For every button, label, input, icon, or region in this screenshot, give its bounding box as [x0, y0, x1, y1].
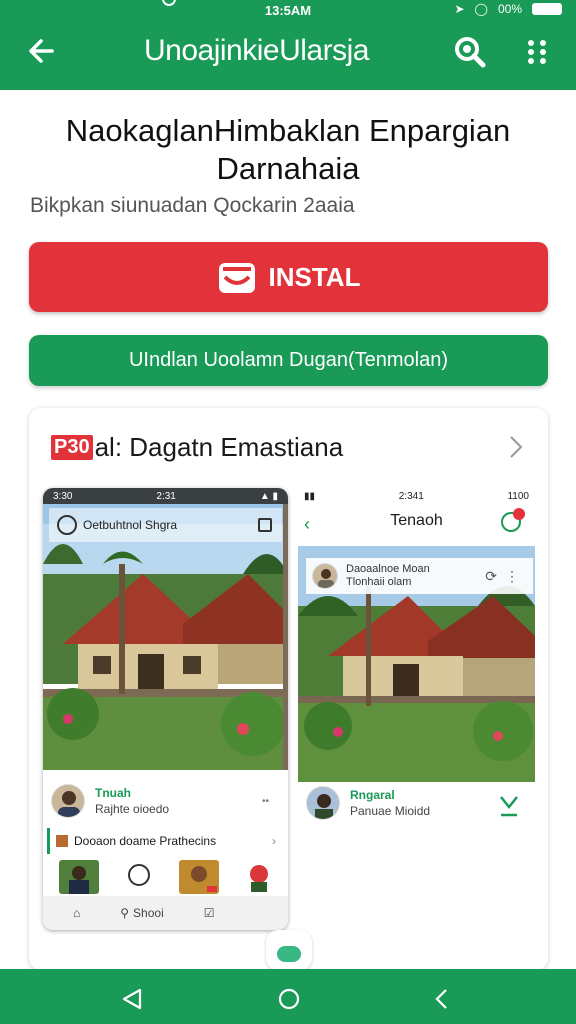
home-icon: ⌂ [73, 906, 81, 920]
screenshot-status-time: 2:31 [156, 490, 176, 502]
back-triangle-icon[interactable] [120, 987, 144, 1011]
screenshot-status-bar: ▮▮ 2:341 1100 [298, 488, 535, 504]
screenshot-user-sub: Rajhte oioedo [95, 802, 170, 816]
signal-icon: ▮▮ [304, 490, 316, 502]
chat-icon [277, 946, 301, 962]
screenshot-bar-title: Oetbuhtnol Shgra [83, 518, 178, 532]
screenshot-right[interactable]: ▮▮ 2:341 1100 ‹ Tenaoh Daoaalnoe Moan Tl… [298, 488, 535, 930]
shopping-bag-icon [218, 263, 255, 293]
thumbnail [179, 860, 219, 894]
screenshot-section-title: Dooaon doame Prathecins [74, 834, 217, 848]
chevron-left-icon: ‹ [304, 514, 310, 534]
check-square-icon: ☑ [203, 906, 215, 920]
chevron-right-icon[interactable] [508, 434, 524, 460]
secondary-button[interactable]: UIndlan Uoolamn Dugan(Tenmolan) [29, 335, 548, 386]
wifi-icon: ➤ [454, 2, 465, 16]
refresh-icon: ⟳ [485, 567, 497, 584]
preview-badge: P30 [51, 434, 93, 460]
screenshot-user-meta: •• [262, 796, 270, 807]
screenshot-post-title: Daoaalnoe Moan [346, 563, 430, 575]
screenshot-user-sub: Panuae Mioidd [350, 804, 431, 818]
avatar [312, 563, 338, 589]
screenshot-status-right: 1100 [507, 490, 529, 502]
status-icons: ➤ ◯ 00% [454, 2, 562, 16]
profile-circle-icon [57, 515, 77, 535]
app-title-line-2: Darnahaia [216, 151, 360, 186]
screenshot-status-time: 2:341 [398, 490, 424, 502]
thumbnail [239, 860, 279, 894]
avatar [306, 786, 340, 820]
status-bar: 13:5AM ➤ ◯ 00% [0, 0, 576, 20]
screenshot-status-left: 3:30 [53, 490, 73, 502]
screenshot-user-row: Tnuah Rajhte oioedo [51, 784, 169, 818]
calendar-icon [258, 518, 272, 532]
thumbnail [59, 860, 99, 894]
more-vert-icon: ⋮ [505, 567, 519, 584]
battery-percent: 00% [497, 2, 522, 16]
home-circle-icon[interactable] [277, 987, 301, 1011]
screenshot-header: ‹ Tenaoh [298, 508, 535, 538]
search-icon[interactable] [452, 34, 488, 70]
screenshot-bottom-nav: ⌂ ⚲ Shooi ☑ [43, 896, 288, 930]
arrow-left-icon[interactable] [24, 34, 58, 68]
alarm-icon: ◯ [474, 2, 488, 16]
screenshot-section: Dooaon doame Prathecins › [47, 828, 284, 854]
avatar [51, 784, 85, 818]
app-bar: UnoajinkieUlarsja [0, 20, 576, 90]
screenshot-status-icons: ▲ ▮ [259, 490, 278, 502]
screenshot-top-bar: Oetbuhtnol Shgra [49, 508, 282, 542]
app-subtitle: Bikpkan siunuadan Qockarin 2aaia [30, 194, 355, 217]
screenshot-nav-search: Shooi [133, 906, 164, 920]
app-bar-title: UnoajinkieUlarsja [144, 34, 369, 67]
app-title: NaokaglanHimbaklan Enpargian Darnahaia [0, 112, 576, 188]
screenshot-status-bar: 3:30 2:31 ▲ ▮ [43, 488, 288, 504]
preview-title: al: Dagatn Emastiana [94, 431, 344, 462]
more-vert-icon[interactable] [520, 34, 554, 70]
screenshot-header-title: Tenaoh [390, 512, 443, 529]
house-photo [43, 504, 288, 770]
install-button[interactable]: INSTAL [29, 242, 548, 312]
download-icon [500, 796, 518, 817]
battery-icon [532, 3, 562, 15]
thumbnail-row [59, 860, 279, 894]
search-icon: ⚲ [120, 906, 130, 920]
recents-chevron-icon[interactable] [430, 987, 454, 1011]
section-icon [56, 835, 68, 847]
screenshot-user-row: Rngaral Panuae Mioidd [306, 786, 430, 820]
system-nav-bar [0, 969, 576, 1024]
status-time: 13:5AM [264, 2, 312, 18]
chevron-right-icon: › [272, 834, 276, 848]
screenshot-post-bar: Daoaalnoe Moan Tlonhaii olam ⟳ ⋮ [306, 558, 533, 594]
secondary-label: UIndlan Uoolamn Dugan(Tenmolan) [128, 349, 449, 371]
install-label: INSTAL [268, 261, 361, 292]
preview-header[interactable]: P30 al: Dagatn Emastiana [51, 430, 528, 464]
chat-button[interactable] [266, 930, 312, 970]
screenshot-left[interactable]: 3:30 2:31 ▲ ▮ Oetbuhtnol Shgra Tnuah Raj… [43, 488, 288, 930]
screenshot-user-name: Rngaral [350, 788, 395, 802]
signal-icon [162, 0, 176, 6]
thumbnail [119, 860, 159, 894]
notification-icon [501, 508, 525, 532]
screenshot-user-name: Tnuah [95, 786, 131, 800]
app-title-line-1: NaokaglanHimbaklan Enpargian [65, 113, 511, 148]
screenshot-post-sub: Tlonhaii olam [346, 576, 412, 588]
